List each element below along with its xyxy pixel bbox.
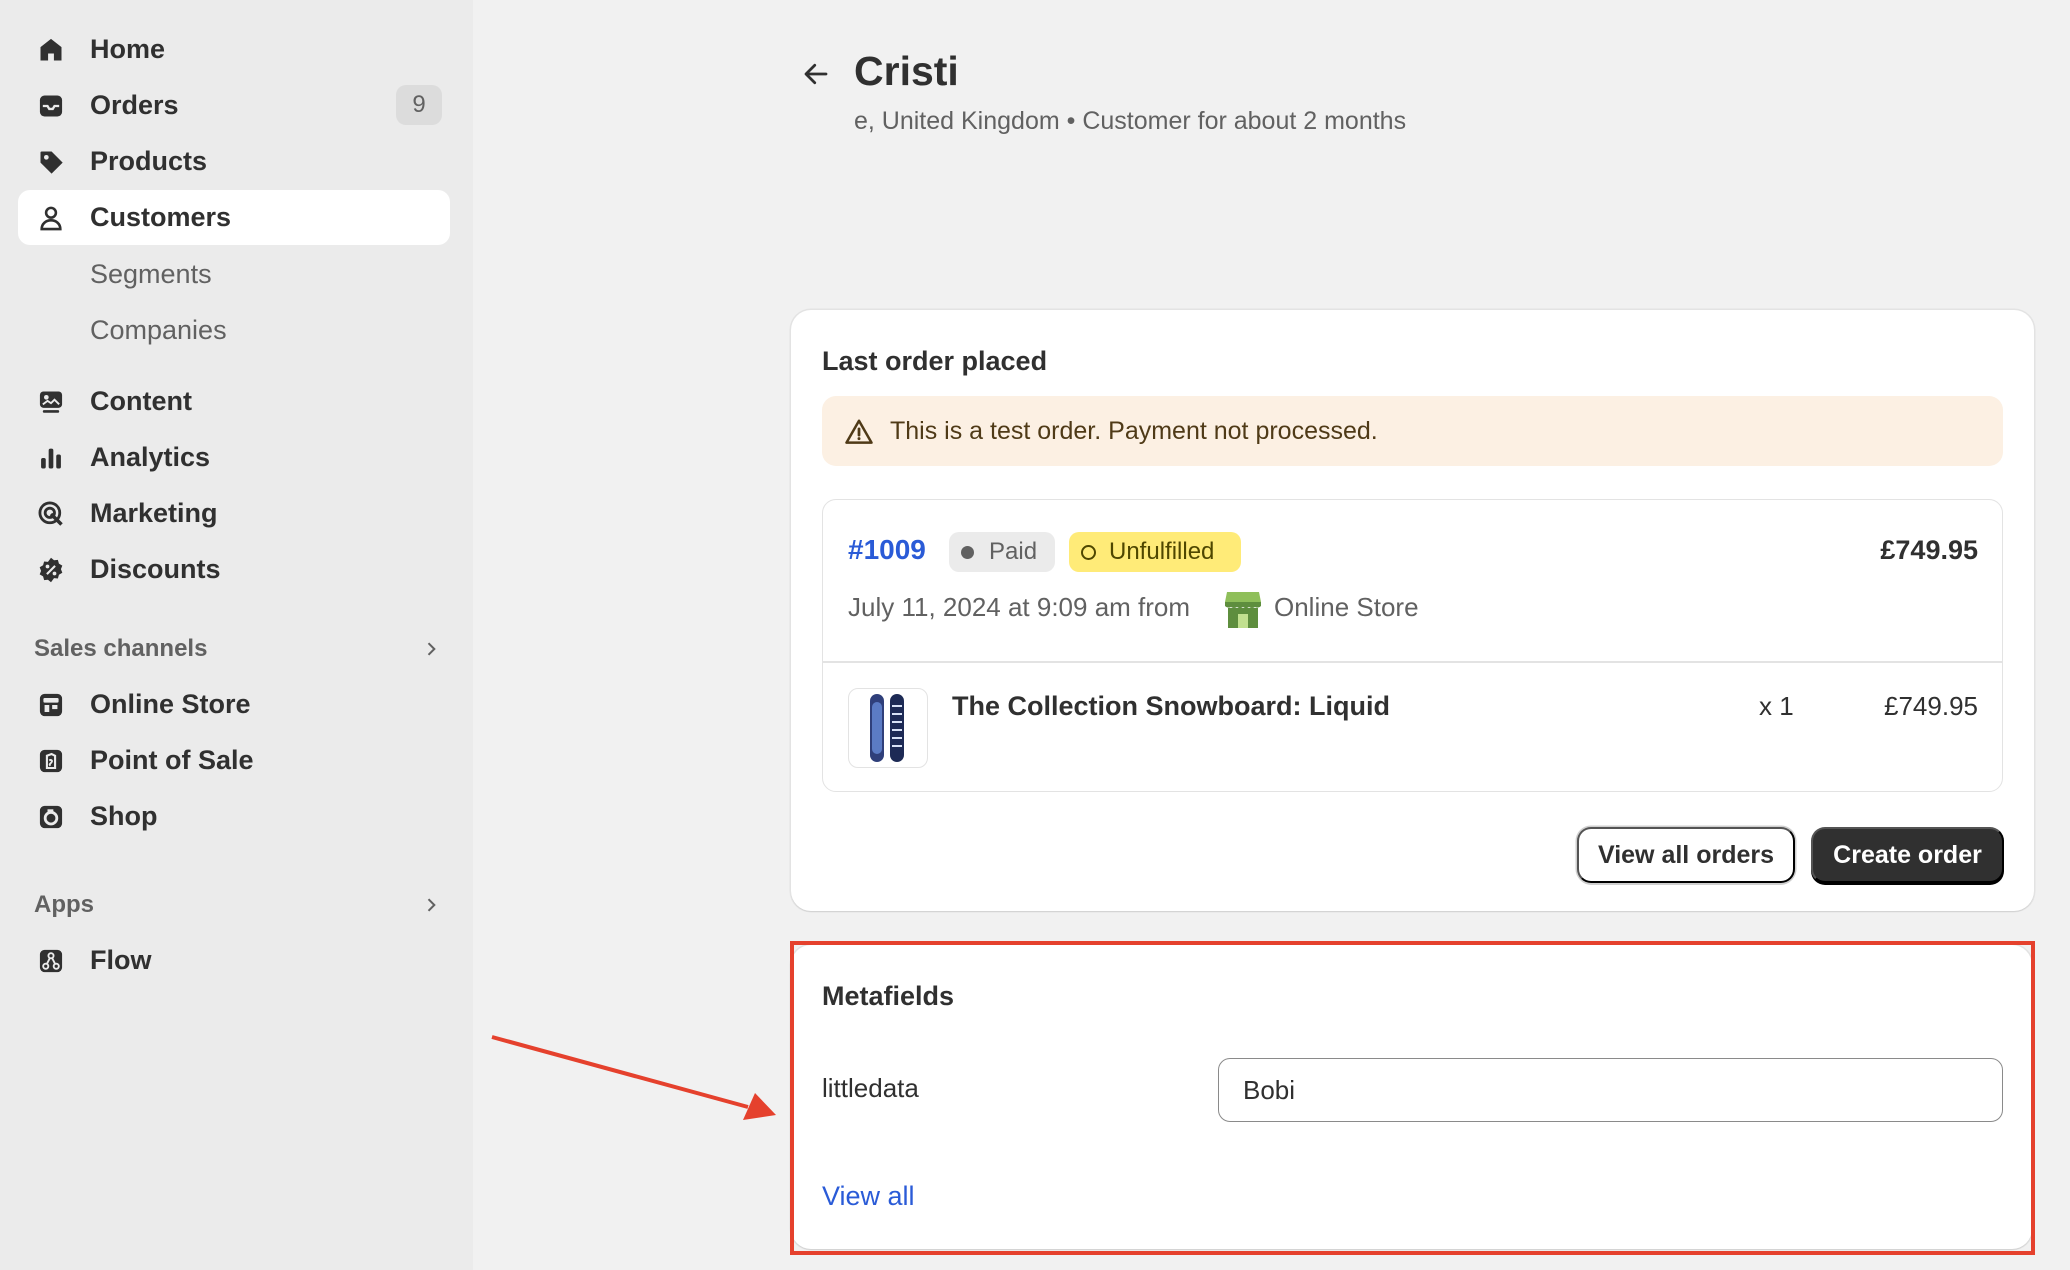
product-thumbnail xyxy=(848,688,928,768)
bar-chart-icon xyxy=(36,443,66,473)
discount-icon xyxy=(36,555,66,585)
status-ring-icon xyxy=(1081,545,1096,560)
warning-icon xyxy=(844,417,874,447)
content-icon xyxy=(36,387,66,417)
line-item-price: £749.95 xyxy=(1884,691,1978,721)
section-heading-label: Sales channels xyxy=(34,635,208,662)
sales-channel-name: Online Store xyxy=(1274,592,1419,622)
chevron-right-icon xyxy=(418,636,444,662)
divider xyxy=(823,661,2002,663)
sales-channels-heading[interactable]: Sales channels xyxy=(34,631,444,667)
store-icon xyxy=(36,690,66,720)
tag-icon xyxy=(36,147,66,177)
sidebar-item-discounts[interactable]: Discounts xyxy=(18,542,450,597)
sidebar-item-flow[interactable]: Flow xyxy=(18,933,450,988)
sidebar-item-products[interactable]: Products xyxy=(18,134,450,189)
customer-summary: e, United Kingdom • Customer for about 2… xyxy=(854,107,1407,135)
target-icon xyxy=(36,499,66,529)
online-store-icon xyxy=(1224,588,1262,630)
sidebar-item-label: Discounts xyxy=(90,554,221,584)
order-total: £749.95 xyxy=(1880,535,1978,565)
orders-icon xyxy=(36,91,66,121)
metafield-littledata-input[interactable] xyxy=(1218,1058,2003,1122)
payment-status-badge: Paid xyxy=(949,532,1055,572)
orders-count-badge: 9 xyxy=(396,85,442,125)
last-order-card: Last order placed This is a test order. … xyxy=(791,310,2034,911)
sidebar-item-label: Flow xyxy=(90,945,152,975)
order-number-link[interactable]: #1009 xyxy=(848,534,926,566)
sidebar-item-orders[interactable]: Orders 9 xyxy=(18,78,450,133)
sidebar-item-marketing[interactable]: Marketing xyxy=(18,486,450,541)
sidebar-item-point-of-sale[interactable]: Point of Sale xyxy=(18,733,450,788)
sidebar-item-label: Products xyxy=(90,146,208,176)
badge-label: Paid xyxy=(989,538,1038,565)
sidebar-item-home[interactable]: Home xyxy=(18,22,450,77)
snowboard-image-icon xyxy=(870,694,904,762)
pos-icon xyxy=(36,746,66,776)
sidebar-item-online-store[interactable]: Online Store xyxy=(18,677,450,732)
sidebar-item-label: Shop xyxy=(90,801,158,831)
annotation-arrow-icon xyxy=(491,1035,776,1120)
order-summary: #1009 Paid Unfulfilled £749.95 July 11, … xyxy=(822,499,2003,792)
sidebar-item-label: Customers xyxy=(90,202,232,232)
sidebar-item-label: Content xyxy=(90,386,192,416)
person-icon xyxy=(36,203,66,233)
sidebar: Home Orders 9 Products Customers Segment… xyxy=(0,0,473,1270)
page-title: Cristi xyxy=(854,48,959,94)
sidebar-item-customers[interactable]: Customers xyxy=(18,190,450,245)
section-heading-label: Apps xyxy=(34,891,94,918)
back-button[interactable] xyxy=(798,54,834,94)
sidebar-subitem-companies[interactable]: Companies xyxy=(90,315,227,346)
test-order-banner: This is a test order. Payment not proces… xyxy=(822,396,2003,466)
arrow-left-icon xyxy=(804,63,828,85)
sidebar-item-label: Analytics xyxy=(90,442,211,472)
sidebar-item-label: Online Store xyxy=(90,689,251,719)
view-all-orders-button[interactable]: View all orders xyxy=(1577,827,1795,883)
sidebar-item-content[interactable]: Content xyxy=(18,374,450,429)
create-order-button[interactable]: Create order xyxy=(1811,827,2004,883)
line-item-quantity: x 1 xyxy=(1759,691,1794,721)
shop-icon xyxy=(36,802,66,832)
sidebar-item-label: Home xyxy=(90,34,166,64)
sidebar-item-analytics[interactable]: Analytics xyxy=(18,430,450,485)
chevron-right-icon xyxy=(418,892,444,918)
metafields-card: Metafields littledata View all xyxy=(791,945,2032,1249)
sidebar-subitem-segments[interactable]: Segments xyxy=(90,259,212,290)
card-title: Metafields xyxy=(822,981,955,1011)
apps-heading[interactable]: Apps xyxy=(34,887,444,923)
sidebar-item-label: Point of Sale xyxy=(90,745,254,775)
home-icon xyxy=(36,35,66,65)
badge-label: Unfulfilled xyxy=(1109,538,1215,565)
banner-text: This is a test order. Payment not proces… xyxy=(890,416,1378,445)
order-date: July 11, 2024 at 9:09 am from xyxy=(848,592,1191,622)
fulfillment-status-badge: Unfulfilled xyxy=(1069,532,1241,572)
flow-icon xyxy=(36,946,66,976)
metafield-label: littledata xyxy=(822,1073,919,1103)
sidebar-item-label: Orders xyxy=(90,90,179,120)
sidebar-item-shop[interactable]: Shop xyxy=(18,789,450,844)
view-all-metafields-link[interactable]: View all xyxy=(822,1181,915,1212)
status-dot-icon xyxy=(961,546,974,559)
line-item-name[interactable]: The Collection Snowboard: Liquid xyxy=(952,691,1390,722)
card-title: Last order placed xyxy=(822,346,1048,376)
sidebar-item-label: Marketing xyxy=(90,498,218,528)
